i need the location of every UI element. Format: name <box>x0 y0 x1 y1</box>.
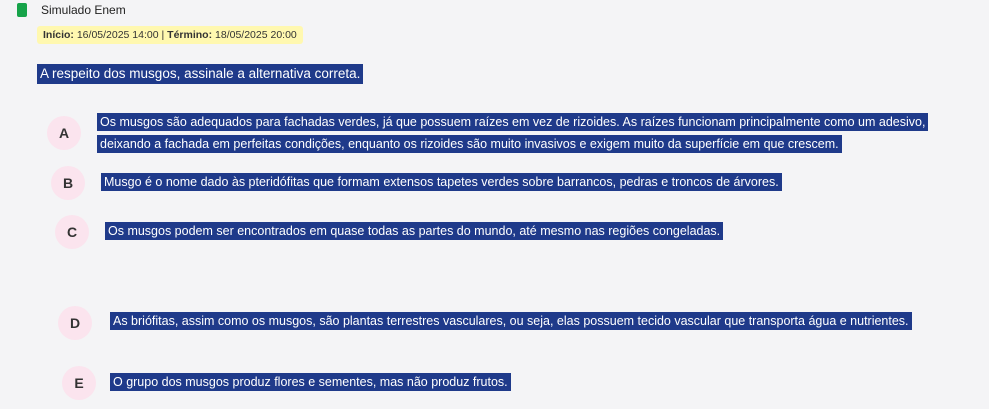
date-separator: | <box>161 29 165 41</box>
start-value: 16/05/2025 14:00 <box>76 29 159 41</box>
title-bar: Simulado Enem <box>0 0 989 20</box>
option-letter-d[interactable]: D <box>58 306 92 340</box>
app-logo-icon <box>17 3 27 17</box>
option-text-c[interactable]: Os musgos podem ser encontrados em quase… <box>105 222 724 240</box>
exam-dates: Início: 16/05/2025 14:00 | Término: 18/0… <box>37 26 303 44</box>
option-letter-c[interactable]: C <box>55 215 89 249</box>
option-letter-b[interactable]: B <box>51 166 85 200</box>
end-label: Término: <box>167 29 213 41</box>
option-text-b[interactable]: Musgo é o nome dado às pteridófitas que … <box>101 173 782 191</box>
option-letter-a[interactable]: A <box>47 116 81 150</box>
end-value: 18/05/2025 20:00 <box>215 29 297 41</box>
option-text-a[interactable]: Os musgos são adequados para fachadas ve… <box>97 113 929 153</box>
app-title: Simulado Enem <box>41 3 126 17</box>
question-text: A respeito dos musgos, assinale a altern… <box>37 64 364 84</box>
option-text-d[interactable]: As briófitas, assim como os musgos, são … <box>110 312 912 330</box>
option-text-e[interactable]: O grupo dos musgos produz flores e semen… <box>110 373 511 391</box>
option-letter-e[interactable]: E <box>62 366 96 400</box>
start-label: Início: <box>43 29 74 41</box>
